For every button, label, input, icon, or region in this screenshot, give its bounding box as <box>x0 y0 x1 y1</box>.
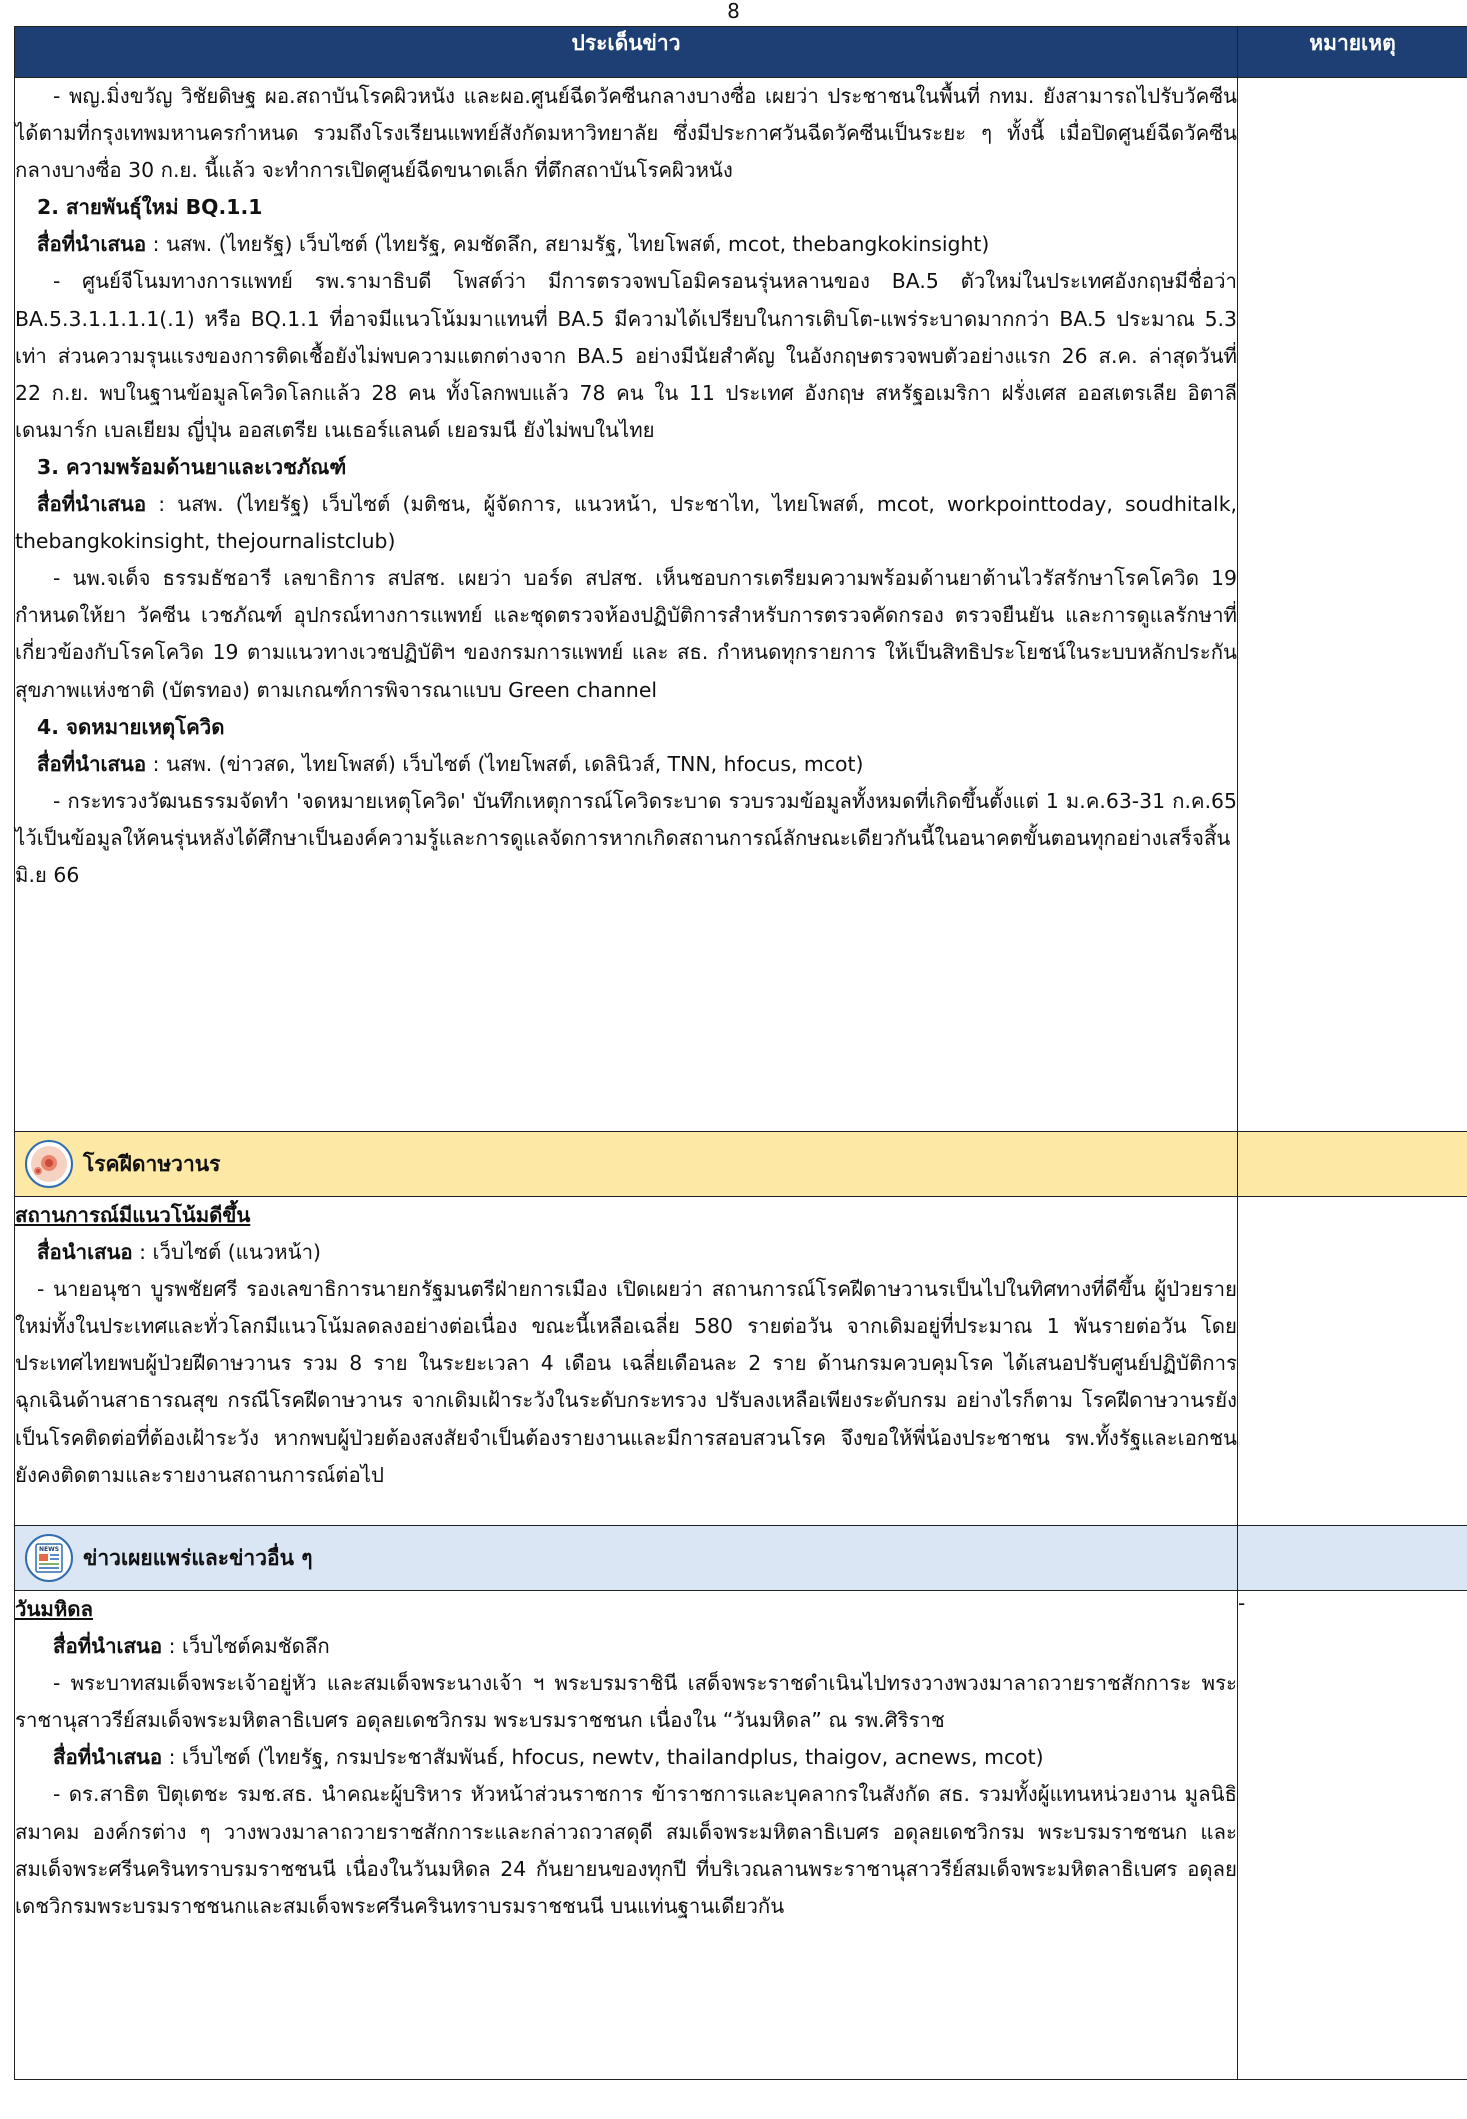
source-label: สื่อนำเสนอ <box>37 1240 133 1265</box>
mahidol-topic-heading: วันมหิดล <box>15 1597 94 1621</box>
mahidol-day-row: วันมหิดล สื่อที่นำเสนอ : เว็บไซต์คมชัดลึ… <box>14 1590 1467 2080</box>
mahidol-paragraph-1: - พระบาทสมเด็จพระเจ้าอยู่หัว และสมเด็จพร… <box>15 1671 1237 1733</box>
monkeypox-news-cell: สถานการณ์มีแนวโน้มดีขึ้น สื่อนำเสนอ : เว… <box>14 1196 1238 1526</box>
source-text: : เว็บไซต์ (แนวหน้า) <box>132 1240 321 1265</box>
source-line-covid-archive: สื่อที่นำเสนอ : นสพ. (ข่าวสด, ไทยโพสต์) … <box>15 746 1237 783</box>
monkeypox-band-cell: โรคฝีดาษวานร <box>14 1131 1238 1197</box>
source-line-drug-readiness: สื่อที่นำเสนอ : นสพ. (ไทยรัฐ) เว็บไซต์ (… <box>15 486 1237 560</box>
section-title-bq11: 2. สายพันธุ์ใหม่ BQ.1.1 <box>37 195 263 220</box>
mahidol-day-cell: วันมหิดล สื่อที่นำเสนอ : เว็บไซต์คมชัดลึ… <box>14 1590 1238 2080</box>
header-topic-column: ประเด็นข่าว <box>14 26 1238 78</box>
source-label: สื่อที่นำเสนอ <box>53 1634 163 1659</box>
source-text: : เว็บไซต์ (ไทยรัฐ, กรมประชาสัมพันธ์, hf… <box>162 1745 1044 1770</box>
paragraph-covid-archive: - กระทรวงวัฒนธรรมจัดทำ 'จดหมายเหตุโควิด'… <box>15 788 1237 887</box>
monkeypox-note-cell <box>1237 1196 1467 1526</box>
mahidol-source-line-1: สื่อที่นำเสนอ : เว็บไซต์คมชัดลึก <box>15 1628 1237 1665</box>
news-table: ประเด็นข่าว หมายเหตุ - พญ.มิ่งขวัญ วิชัย… <box>14 26 1467 2080</box>
source-text: : เว็บไซต์คมชัดลึก <box>162 1634 330 1659</box>
monkeypox-topic-heading: สถานการณ์มีแนวโน้มดีขึ้น <box>15 1203 251 1227</box>
news-icon-text: NEWS <box>39 1546 59 1553</box>
source-label: สื่อที่นำเสนอ <box>37 232 147 257</box>
paragraph-drug-readiness: - นพ.จเด็จ ธรรมธัชอารี เลขาธิการ สปสช. เ… <box>15 566 1237 702</box>
table-header-row: ประเด็นข่าว หมายเหตุ <box>14 26 1467 78</box>
mahidol-note-cell: - <box>1237 1590 1467 2080</box>
monkeypox-band-note-cell <box>1237 1131 1467 1197</box>
other-news-band-cell: NEWS ข่าวเผยแพร่และข่าวอื่น ๆ <box>14 1525 1238 1591</box>
monkeypox-news-row: สถานการณ์มีแนวโน้มดีขึ้น สื่อนำเสนอ : เว… <box>14 1196 1467 1526</box>
source-text: : นสพ. (ไทยรัฐ) เว็บไซต์ (ไทยรัฐ, คมชัดล… <box>146 232 990 257</box>
other-news-band-note-cell <box>1237 1525 1467 1591</box>
section-title-covid-archive: 4. จดหมายเหตุโควิด <box>37 714 225 739</box>
mahidol-paragraph-2: - ดร.สาธิต ปิตุเตชะ รมช.สธ. นำคณะผู้บริห… <box>15 1782 1237 1918</box>
header-note-column: หมายเหตุ <box>1237 26 1467 78</box>
newspaper-icon: NEWS <box>25 1534 73 1582</box>
monkeypox-source-line: สื่อนำเสนอ : เว็บไซต์ (แนวหน้า) <box>15 1234 1237 1271</box>
source-line-bq11: สื่อที่นำเสนอ : นสพ. (ไทยรัฐ) เว็บไซต์ (… <box>15 226 1237 263</box>
covid-news-row: - พญ.มิ่งขวัญ วิชัยดิษฐ ผอ.สถาบันโรคผิวห… <box>14 77 1467 1132</box>
mahidol-source-line-2: สื่อที่นำเสนอ : เว็บไซต์ (ไทยรัฐ, กรมประ… <box>15 1739 1237 1776</box>
monkeypox-paragraph: - นายอนุชา บูรพชัยศรี รองเลขาธิการนายกรั… <box>15 1277 1237 1487</box>
section-title-drug-readiness: 3. ความพร้อมด้านยาและเวชภัณฑ์ <box>37 454 347 479</box>
source-text: : นสพ. (ข่าวสด, ไทยโพสต์) เว็บไซต์ (ไทยโ… <box>146 751 864 776</box>
monkeypox-band-title: โรคฝีดาษวานร <box>83 1151 221 1176</box>
other-news-band-title: ข่าวเผยแพร่และข่าวอื่น ๆ <box>83 1545 313 1570</box>
monkeypox-section-band: โรคฝีดาษวานร <box>14 1131 1467 1197</box>
other-news-section-band: NEWS ข่าวเผยแพร่และข่าวอื่น ๆ <box>14 1525 1467 1591</box>
source-label: สื่อที่นำเสนอ <box>37 492 147 517</box>
virus-icon <box>25 1140 73 1188</box>
covid-note-cell <box>1237 77 1467 1132</box>
covid-intro-paragraph: - พญ.มิ่งขวัญ วิชัยดิษฐ ผอ.สถาบันโรคผิวห… <box>15 84 1237 183</box>
paragraph-bq11: - ศูนย์จีโนมทางการแพทย์ รพ.รามาธิบดี โพส… <box>15 269 1237 442</box>
page-number: 8 <box>727 0 740 23</box>
source-label: สื่อที่นำเสนอ <box>37 751 147 776</box>
source-label: สื่อที่นำเสนอ <box>53 1745 163 1770</box>
covid-news-cell: - พญ.มิ่งขวัญ วิชัยดิษฐ ผอ.สถาบันโรคผิวห… <box>14 77 1238 1132</box>
source-text: : นสพ. (ไทยรัฐ) เว็บไซต์ (มติชน, ผู้จัดก… <box>15 492 1237 554</box>
